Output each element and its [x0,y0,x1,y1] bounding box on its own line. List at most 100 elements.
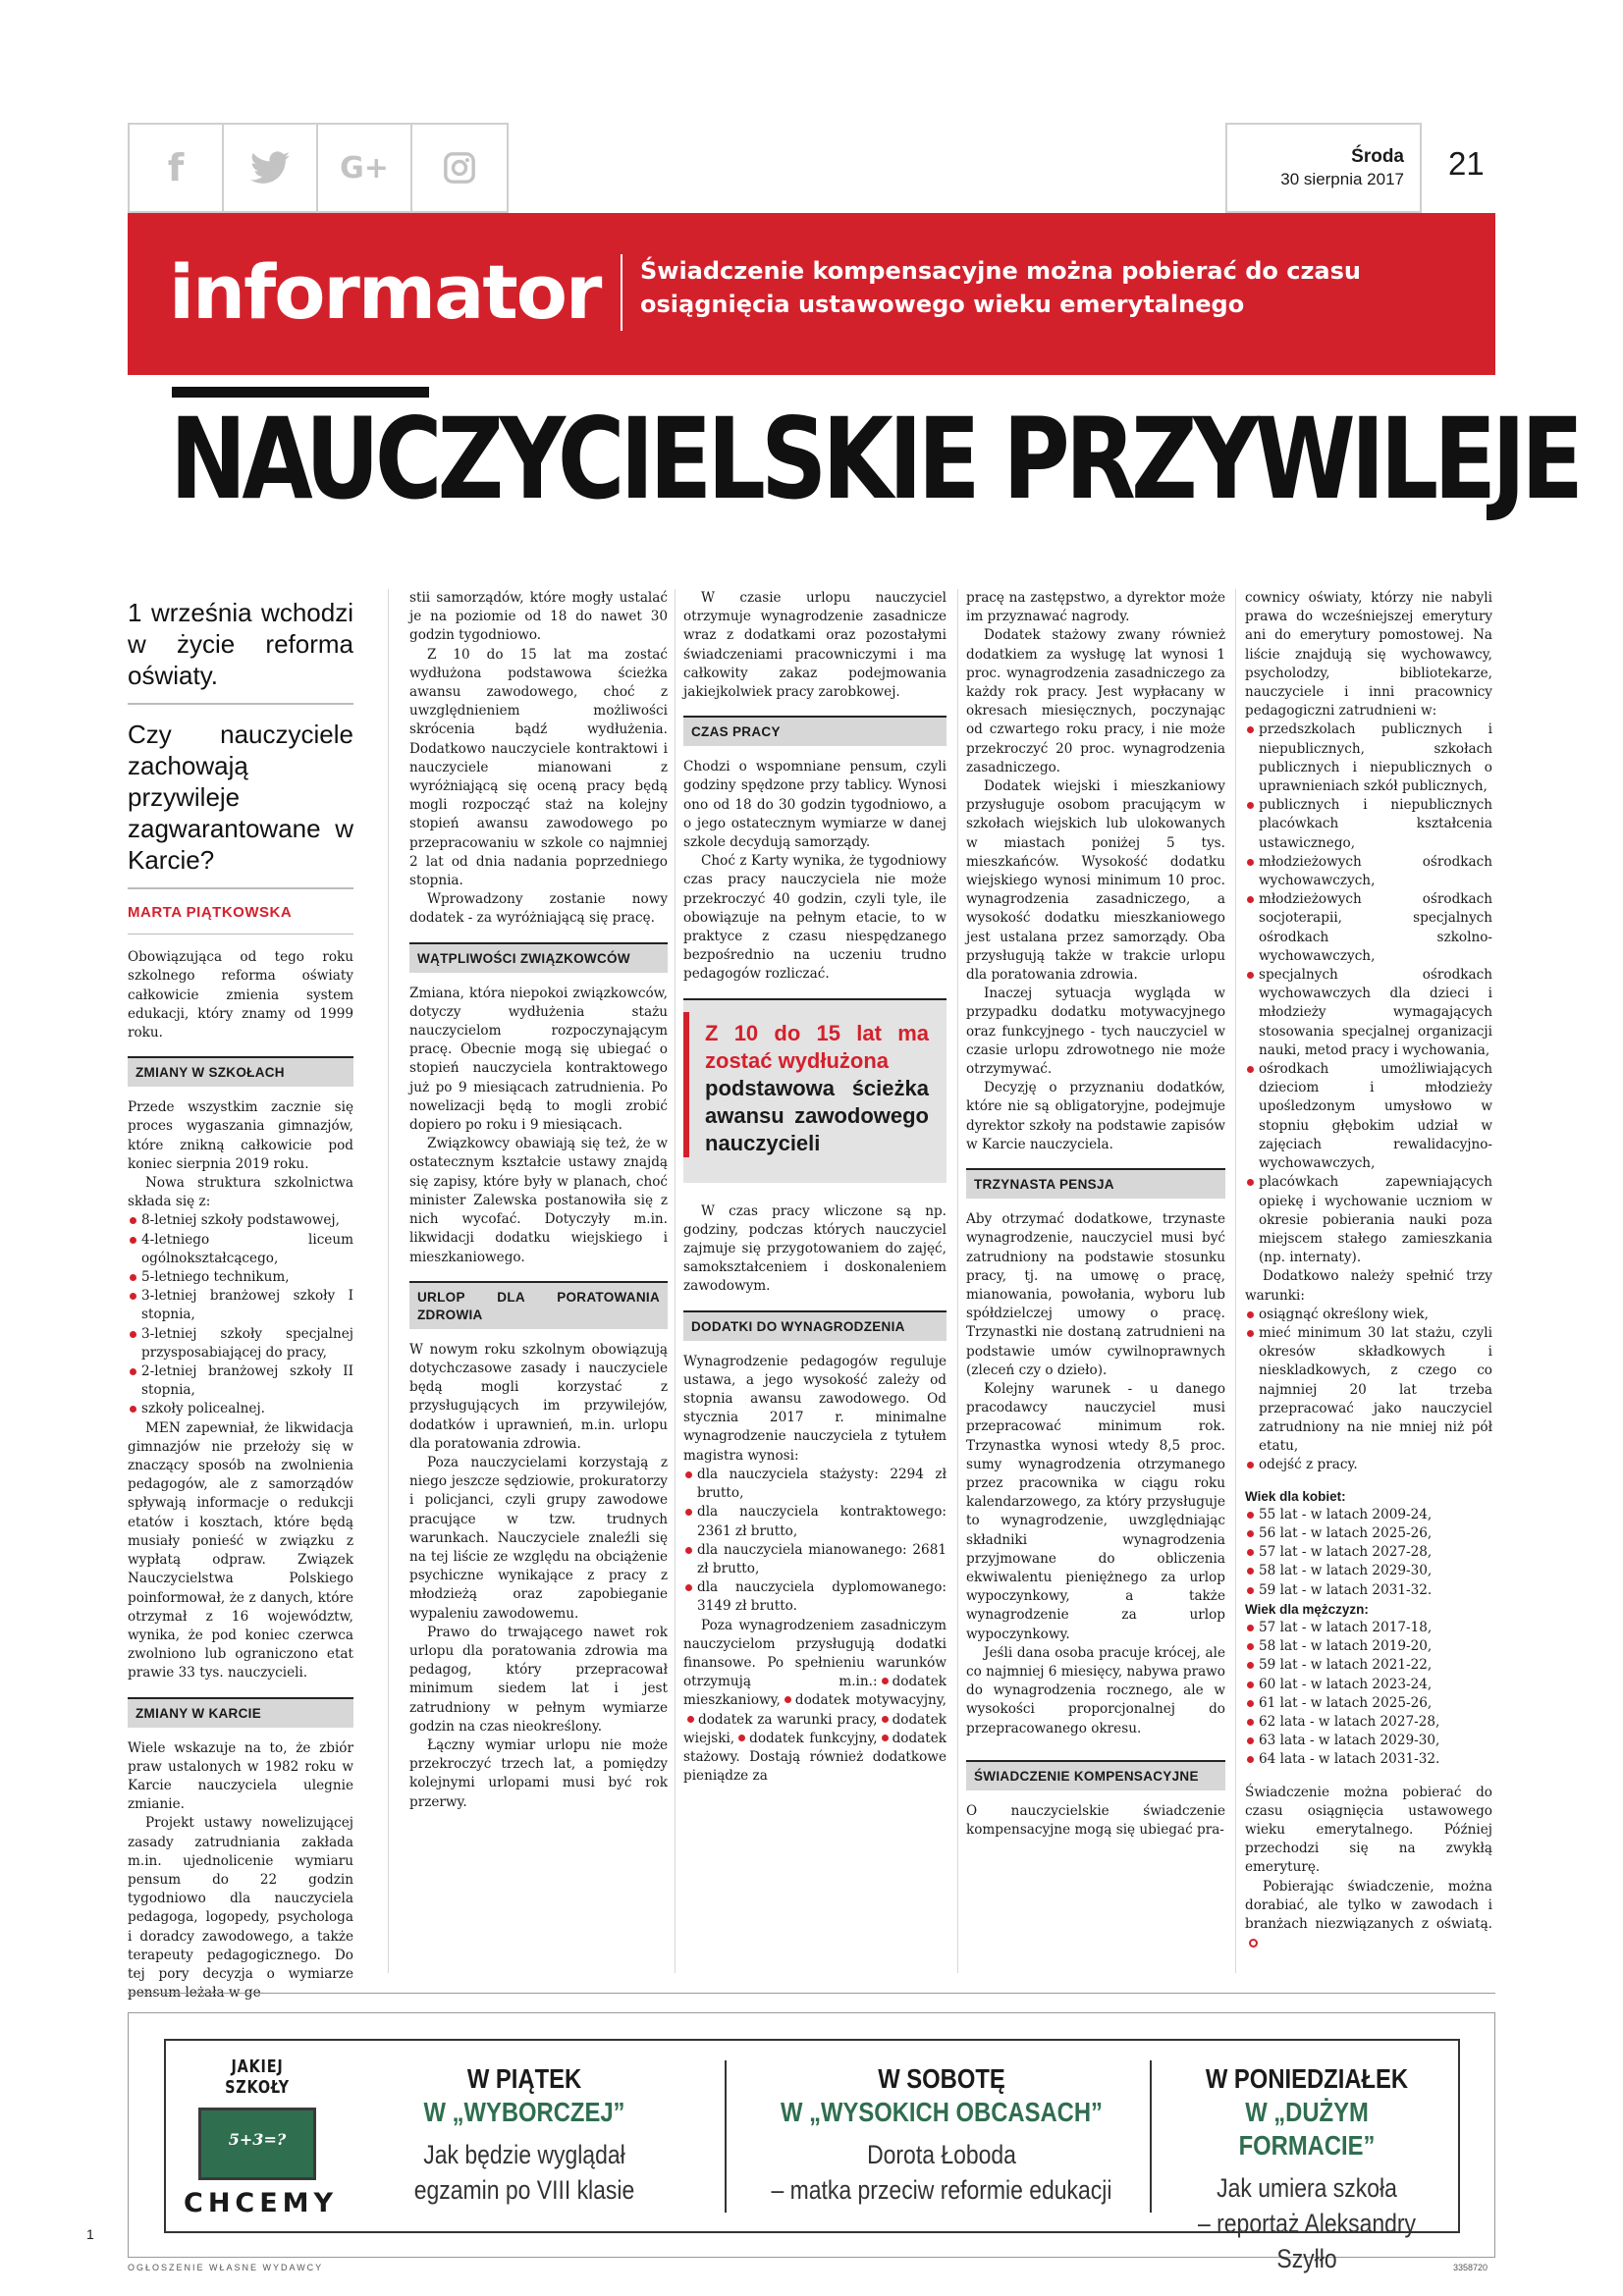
ad-publication: W „DUŻYM FORMACIE” [1238,2097,1376,2161]
ad-divider-line [1150,2060,1152,2213]
list-item: 58 lat - w latach 2029-30, [1245,1562,1492,1580]
paragraph: pracę na zastępstwo, a dyrektor może im … [966,590,1225,625]
paragraph: O nauczycielskie świadczenie kompensacyj… [966,1802,1225,1838]
ad-day: W SOBOTĘ [878,2063,1005,2094]
paragraph-text: Pobierając świadczenie, można dorabiać, … [1245,1878,1492,1933]
paragraph: Przede wszystkim zacznie się proces wyga… [128,1099,353,1172]
allowance-item: dodatek motywacyjny, [794,1692,947,1709]
school-structure-list: 8-letniej szkoły podstawowej, 4-letniego… [128,1211,353,1418]
end-of-article-mark [1249,1939,1258,1949]
ad-publication: W „WYBORCZEJ” [423,2097,625,2127]
pull-quote: Z 10 do 15 lat ma zostać wydłużona podst… [683,997,947,1183]
list-item: dla nauczyciela stażysty: 2294 zł brutto… [683,1466,947,1503]
column-5: cownicy oświaty, którzy nie nabyli prawa… [1245,589,1492,1952]
women-age-list: 55 lat - w latach 2009-24, 56 lat - w la… [1245,1506,1492,1600]
paragraph: Poza nauczycielami korzystają z niego je… [409,1454,668,1622]
section-brand: informator [169,248,602,336]
paragraph: Aby otrzymać dodatkowe, trzynaste wynagr… [966,1211,1225,1378]
list-item: ośrodkach umożliwiających dzieciom i mło… [1245,1060,1492,1173]
ad-divider [128,1993,1495,1994]
logo-top-text: JAKIEJ SZKOŁY [225,2056,290,2098]
lead-divider [128,703,353,705]
paragraph: stii samorządów, które mogły ustalać je … [409,590,668,644]
list-item: dla nauczyciela mianowanego: 2681 zł bru… [683,1541,947,1578]
paragraph: Wiele wskazuje na to, że zbiór praw usta… [128,1739,353,1813]
weekday: Środa [1351,146,1404,167]
list-item: 4-letniego liceum ogólnokształcącego, [128,1231,353,1268]
list-item: mieć minimum 30 lat stażu, czyli okresów… [1245,1324,1492,1456]
list-item: 60 lat - w latach 2023-24, [1245,1676,1492,1694]
advertisement-frame: JAKIEJ SZKOŁY 5+3=? CHCEMY W PIĄTEK W „W… [164,2039,1460,2273]
intro-paragraph: Obowiązująca od tego roku szkolnego refo… [128,949,353,1041]
paragraph: Projekt ustawy nowelizującej zasady zatr… [128,1815,353,2002]
paragraph: Chodzi o wspomniane pensum, czyli godzin… [683,759,947,851]
paragraph: Wynagrodzenie pedagogów reguluje ustawa,… [683,1353,947,1464]
paragraph: Z 10 do 15 lat ma zostać wydłużona podst… [409,646,668,889]
date-box: Środa 30 sierpnia 2017 [1225,123,1422,213]
section-heading-label: ZMIANY W KARCIE [128,1698,353,1728]
column-1: 1 września wchodzi w życie reforma oświa… [128,589,353,2002]
section-heading-label: ŚWIADCZENIE KOMPENSACYJNE [966,1761,1225,1790]
instagram-icon[interactable] [412,125,507,211]
section-heading-label: TRZYNASTA PENSJA [966,1170,1225,1200]
men-age-heading: Wiek dla mężczyzn: [1245,1601,1369,1617]
section-heading: ZMIANY W SZKOŁACH [128,1056,353,1088]
list-item: 55 lat - w latach 2009-24, [1245,1506,1492,1524]
ad-description: Dorota Łoboda – matka przeciw reformie ed… [771,2140,1112,2205]
column-divider [388,589,389,1973]
section-heading-label: ZMIANY W SZKOŁACH [128,1058,353,1088]
lead-question-1: 1 września wchodzi w życie reforma oświa… [128,598,353,690]
section-heading: TRZYNASTA PENSJA [966,1168,1225,1200]
banner-tagline: Świadczenie kompensacyjne można pobierać… [640,257,1361,318]
footer-code: 3358720 [1453,2263,1488,2272]
section-heading: WĄTPLIWOŚCI ZWIĄZKOWCÓW [409,941,668,973]
paragraph: Łączny wymiar urlopu nie może przekroczy… [409,1736,668,1810]
paragraph: Decyzję o przyznaniu dodatków, które nie… [966,1080,1225,1152]
section-heading-label: CZAS PRACY [683,718,947,747]
men-age-list: 57 lat - w latach 2017-18, 58 lat - w la… [1245,1619,1492,1770]
paragraph: Wprowadzony zostanie nowy dodatek - za w… [409,891,668,927]
ad-day: W PIĄTEK [466,2063,582,2094]
footer-number: 1 [86,2226,94,2242]
paragraph: Dodatkowo należy spełnić trzy warunki: [1245,1268,1492,1304]
paragraph: Pobierając świadczenie, można dorabiać, … [1245,1878,1492,1953]
list-item: 56 lat - w latach 2025-26, [1245,1524,1492,1543]
footer-label: OGŁOSZENIE WŁASNE WYDAWCY [128,2263,324,2272]
google-plus-icon[interactable]: G+ [318,125,412,211]
paragraph: Poza wynagrodzeniem zasadniczym nauczyci… [683,1617,947,1787]
twitter-icon[interactable] [224,125,318,211]
list-item: 58 lat - w latach 2019-20, [1245,1637,1492,1656]
list-item: dla nauczyciela kontraktowego: 2361 zł b… [683,1503,947,1540]
column-divider [675,589,676,1973]
allowance-item: dodatek za warunki pracy, [698,1711,878,1728]
conditions-list: osiągnąć określony wiek, mieć minimum 30… [1245,1306,1492,1475]
list-item: 62 lata - w latach 2027-28, [1245,1713,1492,1732]
paragraph: W nowym roku szkolnym obowiązują dotychc… [409,1341,668,1452]
column-3: W czasie urlopu nauczyciel otrzymuje wyn… [683,589,947,1786]
lead-divider [128,887,353,889]
list-item: 3-letniej szkoły specjalnej przysposabia… [128,1325,353,1362]
section-heading: CZAS PRACY [683,716,947,747]
ad-divider-line [725,2060,727,2213]
list-item: 5-letniego technikum, [128,1268,353,1287]
issue-date: 30 sierpnia 2017 [1280,170,1404,188]
list-item: osiągnąć określony wiek, [1245,1306,1492,1324]
allowance-item: dodatek funkcyjny, [749,1730,878,1746]
list-item: placówkach zapewniających opiekę i wycho… [1245,1173,1492,1267]
list-item: 61 lat - w latach 2025-26, [1245,1694,1492,1713]
paragraph: Nowa struktura szkolnictwa składa się z: [128,1175,353,1210]
list-item: przedszkolach publicznych i niepubliczny… [1245,721,1492,796]
author-byline: MARTA PIĄTKOWSKA [128,904,293,921]
ad-day: W PONIEDZIAŁEK [1205,2063,1409,2094]
section-banner: informator Świadczenie kompensacyjne moż… [128,213,1495,375]
paragraph: Kolejny warunek - u danego pracodawcy na… [966,1380,1225,1642]
section-heading: URLOP DLA PORATOWANIA ZDROWIA [409,1280,668,1329]
salary-list: dla nauczyciela stażysty: 2294 zł brutto… [683,1466,947,1617]
ad-column-monday: W PONIEDZIAŁEK W „DUŻYM FORMACIE” Jak um… [1160,2062,1454,2276]
paragraph: cownicy oświaty, którzy nie nabyli prawa… [1245,590,1492,720]
section-heading: DODATKI DO WYNAGRODZENIA [683,1309,947,1341]
facebook-icon[interactable]: f [130,125,224,211]
list-item: specjalnych ośrodkach wychowawczych dla … [1245,966,1492,1060]
list-item: dla nauczyciela dyplomowanego: 3149 zł b… [683,1578,947,1616]
list-item: 57 lat - w latach 2017-18, [1245,1619,1492,1637]
